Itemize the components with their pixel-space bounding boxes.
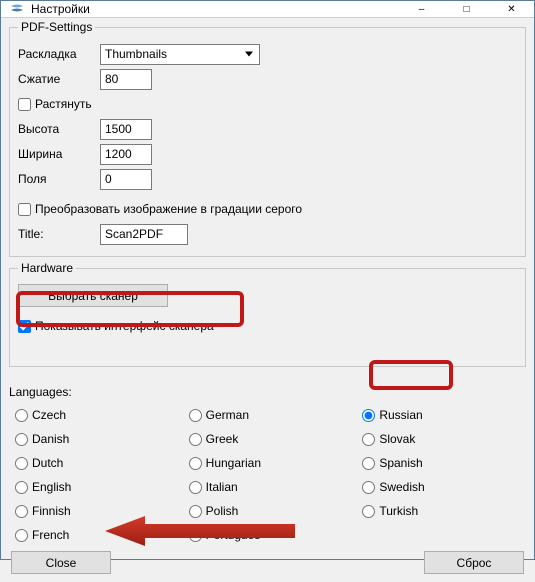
pdf-settings-legend: PDF-Settings xyxy=(18,20,95,34)
grayscale-label: Преобразовать изображение в градации сер… xyxy=(35,202,302,216)
grayscale-checkbox[interactable] xyxy=(18,203,31,216)
stretch-checkbox[interactable] xyxy=(18,98,31,111)
hardware-legend: Hardware xyxy=(18,261,76,275)
window-controls: – □ ✕ xyxy=(399,1,534,17)
title-label: Title: xyxy=(18,227,100,241)
margins-input[interactable] xyxy=(100,169,152,190)
languages-label: Languages: xyxy=(9,385,526,399)
width-input[interactable] xyxy=(100,144,152,165)
compression-label: Сжатие xyxy=(18,72,100,86)
layout-label: Раскладка xyxy=(18,47,100,61)
client-area: PDF-Settings Раскладка Thumbnails Сжатие… xyxy=(1,18,534,582)
lang-danish[interactable]: Danish xyxy=(15,427,179,451)
lang-dutch[interactable]: Dutch xyxy=(15,451,179,475)
lang-swedish[interactable]: Swedish xyxy=(362,475,526,499)
lang-italian[interactable]: Italian xyxy=(189,475,353,499)
height-label: Высота xyxy=(18,122,100,136)
title-input[interactable] xyxy=(100,224,188,245)
minimize-button[interactable]: – xyxy=(399,1,444,17)
show-scanner-ui-row[interactable]: Показывать интерфейс сканера xyxy=(18,319,214,333)
hardware-group: Hardware Выбрать сканер Показывать интер… xyxy=(9,261,526,367)
layout-value: Thumbnails xyxy=(105,47,167,61)
layout-select[interactable]: Thumbnails xyxy=(100,44,260,65)
languages-grid: Czech Danish Dutch English Finnish Frenc… xyxy=(9,403,526,547)
stretch-label: Растянуть xyxy=(35,97,92,111)
close-window-button[interactable]: ✕ xyxy=(489,1,534,17)
compression-input[interactable] xyxy=(100,69,152,90)
settings-window: Настройки – □ ✕ PDF-Settings Раскладка T… xyxy=(0,0,535,560)
lang-german[interactable]: German xyxy=(189,403,353,427)
window-title: Настройки xyxy=(31,2,399,16)
margins-label: Поля xyxy=(18,172,100,186)
lang-czech[interactable]: Czech xyxy=(15,403,179,427)
lang-russian[interactable]: Russian xyxy=(362,403,526,427)
close-button[interactable]: Close xyxy=(11,551,111,574)
bottom-bar: Close Сброс xyxy=(9,547,526,574)
select-scanner-button[interactable]: Выбрать сканер xyxy=(18,284,168,307)
grayscale-checkbox-row[interactable]: Преобразовать изображение в градации сер… xyxy=(18,202,302,216)
maximize-button[interactable]: □ xyxy=(444,1,489,17)
height-input[interactable] xyxy=(100,119,152,140)
pdf-settings-group: PDF-Settings Раскладка Thumbnails Сжатие… xyxy=(9,20,526,257)
lang-slovak[interactable]: Slovak xyxy=(362,427,526,451)
show-scanner-ui-checkbox[interactable] xyxy=(18,320,31,333)
lang-english[interactable]: English xyxy=(15,475,179,499)
lang-greek[interactable]: Greek xyxy=(189,427,353,451)
lang-polish[interactable]: Polish xyxy=(189,499,353,523)
lang-portugues[interactable]: Portugues xyxy=(189,523,353,547)
reset-button[interactable]: Сброс xyxy=(424,551,524,574)
width-label: Ширина xyxy=(18,147,100,161)
titlebar: Настройки – □ ✕ xyxy=(1,1,534,18)
lang-hungarian[interactable]: Hungarian xyxy=(189,451,353,475)
app-icon xyxy=(9,1,25,17)
lang-french[interactable]: French xyxy=(15,523,179,547)
stretch-checkbox-row[interactable]: Растянуть xyxy=(18,97,92,111)
lang-finnish[interactable]: Finnish xyxy=(15,499,179,523)
show-scanner-ui-label: Показывать интерфейс сканера xyxy=(35,319,214,333)
lang-spanish[interactable]: Spanish xyxy=(362,451,526,475)
lang-turkish[interactable]: Turkish xyxy=(362,499,526,523)
